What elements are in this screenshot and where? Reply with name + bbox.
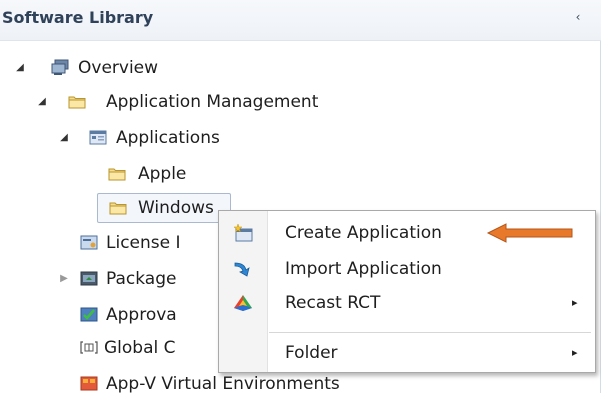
new-application-icon [233,224,253,242]
import-arrow-icon [234,262,250,277]
approval-icon [80,307,98,322]
tree-node-label: License I [106,233,181,253]
tree-node-label: Global C [104,338,176,358]
recast-rct-icon [234,295,252,311]
menu-item-folder[interactable]: Folder ▸ [219,337,595,369]
tree-node-overview[interactable]: ◢ Overview [14,54,314,82]
tree-node-label: Applications [116,128,220,148]
appv-icon [80,376,98,391]
menu-item-label: Folder [285,343,338,363]
submenu-arrow-icon: ▸ [572,346,578,359]
applications-icon [89,130,107,145]
tree-node-packages[interactable]: ▶ Package [58,265,220,293]
tree-node-apple[interactable]: Apple [108,160,308,188]
tree-node-label: App-V Virtual Environments [106,374,340,393]
tree-node-approval[interactable]: Approva [80,301,220,329]
software-library-pane: Software Library ‹ ◢ Overview ◢ Applicat… [0,0,601,393]
tree-node-applications[interactable]: ◢ Applications [58,124,358,152]
license-icon [80,235,98,250]
expand-arrow-icon[interactable]: ◢ [14,54,26,82]
menu-item-label: Create Application [285,223,442,243]
tree-node-label: Approva [106,305,177,325]
menu-item-recast-rct[interactable]: Recast RCT ▸ [219,287,595,319]
package-icon [80,271,98,286]
tree-node-label: Package [106,269,177,289]
tree-node-label: Application Management [106,92,319,112]
tree-node-windows[interactable]: Windows [97,193,231,223]
tree-node-global[interactable]: Global C [80,334,220,362]
collapsed-arrow-icon[interactable]: ▶ [58,265,70,293]
tree-node-label: Apple [138,164,187,184]
menu-item-import-application[interactable]: Import Application [219,253,595,285]
menu-item-label: Recast RCT [285,293,381,313]
menu-separator [269,332,591,333]
menu-item-label: Import Application [285,259,442,279]
tree-node-label: Windows [138,198,214,218]
global-conditions-icon [80,341,98,354]
folder-icon [68,96,86,109]
tree-node-license[interactable]: License I [80,229,220,257]
tree-node-application-management[interactable]: ◢ Application Management [36,88,436,116]
folder-icon [109,202,127,215]
submenu-arrow-icon: ▸ [572,296,578,309]
expand-arrow-icon[interactable]: ◢ [58,124,70,152]
expand-arrow-icon[interactable]: ◢ [36,88,48,116]
overview-icon [51,59,69,75]
folder-icon [108,168,126,181]
annotation-arrow-icon [486,223,573,243]
tree-node-label: Overview [78,58,159,78]
tree-node-appv[interactable]: App-V Virtual Environments [80,370,480,393]
